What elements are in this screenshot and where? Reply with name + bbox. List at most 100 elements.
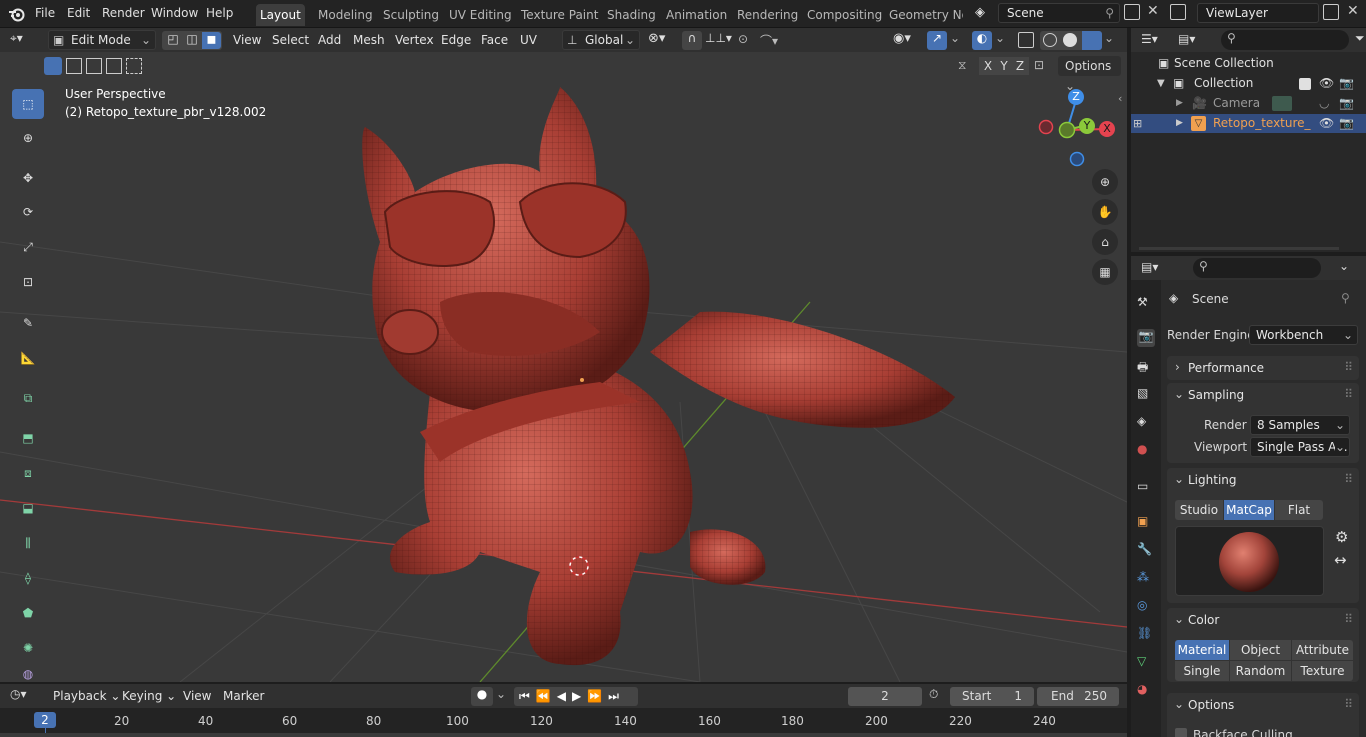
outliner-search[interactable]: ⚲ <box>1221 30 1349 50</box>
bevel-icon[interactable]: ⬓ <box>12 493 44 523</box>
loop-cut-icon[interactable]: ⫼ <box>12 528 44 558</box>
eye-icon[interactable]: 👁 <box>1319 74 1334 93</box>
chevron-down-icon[interactable]: ⌄ <box>1104 31 1114 45</box>
render-engine-dropdown[interactable]: Workbench ⌄ <box>1249 325 1358 345</box>
options-dropdown[interactable]: Options ⌄ <box>1058 56 1121 93</box>
zoom-icon[interactable]: ⊕ <box>1092 169 1118 195</box>
blender-logo-icon[interactable] <box>8 5 26 23</box>
overlays-icon[interactable]: ◐ <box>972 31 992 50</box>
dog-mesh[interactable] <box>362 87 955 666</box>
color-random-button[interactable]: Random <box>1230 661 1291 681</box>
wireframe-shading-icon[interactable] <box>1043 33 1057 47</box>
stopwatch-icon[interactable]: ⏱ <box>929 687 938 702</box>
viewlayer-icon[interactable] <box>1170 4 1186 20</box>
scale-icon[interactable]: ⤢ <box>12 232 44 262</box>
move-icon[interactable]: ✥ <box>12 163 44 193</box>
menu-view[interactable]: View <box>228 31 266 50</box>
color-texture-button[interactable]: Texture <box>1292 661 1353 681</box>
edge-select-icon[interactable]: ◫ <box>183 32 201 49</box>
timeline-scrollbar[interactable] <box>0 733 1127 737</box>
annotate-icon[interactable]: ✎ <box>12 308 44 338</box>
smooth-icon[interactable]: ◍ <box>12 668 44 680</box>
chevron-down-icon[interactable]: ⌄ <box>1174 612 1184 626</box>
auto-merge-icon[interactable]: ⊡ <box>1034 58 1044 72</box>
menu-uv[interactable]: UV <box>515 31 542 50</box>
3d-viewport[interactable]: User Perspective (2) Retopo_texture_pbr_… <box>0 52 1127 682</box>
tab-sculpting[interactable]: Sculpting <box>379 4 443 26</box>
outliner-row-collection[interactable]: ▼ ▣ Collection 👁 📷 <box>1131 74 1366 93</box>
playback-controls[interactable]: ⏮⏪◀▶⏩⏭ <box>514 687 638 706</box>
material-tab-icon[interactable]: ◕ <box>1137 682 1155 700</box>
data-tab-icon[interactable]: ▽ <box>1137 654 1155 672</box>
filter-icon[interactable]: ⏷ <box>1355 31 1365 46</box>
falloff-icon[interactable]: ⌒▾ <box>760 32 778 49</box>
xray-icon[interactable] <box>1018 32 1034 48</box>
snap-target-icon[interactable]: ⊥⊥▾ <box>705 31 732 45</box>
chevron-down-icon[interactable]: ⌄ <box>496 687 506 701</box>
tab-animation[interactable]: Animation <box>662 4 731 26</box>
menu-marker[interactable]: Marker <box>218 687 269 706</box>
mirror-icon[interactable]: ⧖ <box>958 58 966 73</box>
knife-icon[interactable]: ⟠ <box>12 563 44 593</box>
properties-search[interactable]: ⚲ <box>1193 258 1321 278</box>
extrude-icon[interactable]: ⬒ <box>12 423 44 453</box>
select-intersect-icon[interactable] <box>126 58 142 74</box>
chevron-down-icon[interactable]: ⌄ <box>950 31 960 45</box>
mode-dropdown[interactable]: ▣ Edit Mode ⌄ <box>48 30 156 50</box>
pin-icon[interactable]: ⚲ <box>1341 291 1350 305</box>
gizmo-toggle-icon[interactable]: ↗ <box>927 31 947 50</box>
drag-handle-icon[interactable]: ⠿ <box>1344 360 1353 374</box>
tab-geometry-nodes[interactable]: Geometry Noc <box>885 4 963 26</box>
orientation-dropdown[interactable]: ⊥ Global ⌄ <box>562 30 640 50</box>
scene-icon[interactable]: ◈ <box>975 5 985 20</box>
performance-panel[interactable]: › Performance ⠿ <box>1167 356 1359 380</box>
tool-tab-icon[interactable]: ⚒ <box>1137 295 1155 313</box>
color-material-button[interactable]: Material <box>1175 640 1229 660</box>
solid-shading-icon[interactable] <box>1063 33 1077 47</box>
tab-layout[interactable]: Layout <box>256 4 305 26</box>
chevron-down-icon[interactable]: ⌄ <box>995 31 1005 45</box>
current-frame-field[interactable]: 2 <box>848 687 922 706</box>
camera-data-icon[interactable] <box>1272 96 1292 111</box>
view-layer-tab-icon[interactable]: ▧ <box>1137 386 1155 404</box>
world-tab-icon[interactable]: ● <box>1137 442 1155 460</box>
output-tab-icon[interactable]: 🖶 <box>1137 358 1155 376</box>
remove-scene-icon[interactable]: ✕ <box>1147 3 1159 19</box>
scene-tab-icon[interactable]: ◈ <box>1137 414 1155 432</box>
camera-view-icon[interactable]: ⌂ <box>1092 229 1118 255</box>
menu-help[interactable]: Help <box>206 6 233 20</box>
eye-icon[interactable]: 👁 <box>1319 114 1334 133</box>
drag-handle-icon[interactable]: ⠿ <box>1344 472 1353 486</box>
editor-type-icon[interactable]: ⌖▾ <box>10 31 40 49</box>
lighting-flat-button[interactable]: Flat <box>1275 500 1323 520</box>
menu-file[interactable]: File <box>35 6 55 20</box>
face-select-icon[interactable]: ◼ <box>202 32 221 49</box>
chevron-down-icon[interactable]: ⌄ <box>1174 387 1184 401</box>
rotate-icon[interactable]: ⟳ <box>12 197 44 227</box>
pin-icon[interactable]: ⚲ <box>1105 4 1114 22</box>
select-new-icon[interactable] <box>44 57 62 75</box>
outliner-row-retopo[interactable]: ⊞ ▶ ▽ Retopo_texture_ 👁 📷 <box>1131 114 1366 133</box>
gear-icon[interactable]: ⚙ <box>1335 528 1348 546</box>
tab-compositing[interactable]: Compositing <box>803 4 886 26</box>
menu-select[interactable]: Select <box>267 31 314 50</box>
object-tab-icon[interactable]: ▣ <box>1137 514 1155 532</box>
remove-viewlayer-icon[interactable]: ✕ <box>1347 3 1359 19</box>
drag-handle-icon[interactable]: ⠿ <box>1344 612 1353 626</box>
material-shading-icon[interactable] <box>1082 31 1102 50</box>
render-tab-icon[interactable]: 📷 <box>1137 329 1155 347</box>
collection-tab-icon[interactable]: ▭ <box>1137 479 1155 497</box>
physics-tab-icon[interactable]: ◎ <box>1137 598 1155 616</box>
menu-vertex[interactable]: Vertex <box>390 31 439 50</box>
menu-window[interactable]: Window <box>151 6 198 20</box>
proportional-edit-icon[interactable]: ⊙ <box>738 32 748 46</box>
color-single-button[interactable]: Single <box>1175 661 1229 681</box>
transform-icon[interactable]: ⊡ <box>12 267 44 297</box>
poly-build-icon[interactable]: ⬟ <box>12 598 44 628</box>
render-samples-dropdown[interactable]: 8 Samples ⌄ <box>1250 415 1350 435</box>
outliner-row-scene-collection[interactable]: ▣ Scene Collection <box>1131 54 1366 73</box>
menu-face[interactable]: Face <box>476 31 513 50</box>
modifier-tab-icon[interactable]: 🔧 <box>1137 542 1155 560</box>
viewport-samples-dropdown[interactable]: Single Pass A... ⌄ <box>1250 437 1350 457</box>
tab-shading[interactable]: Shading <box>603 4 660 26</box>
